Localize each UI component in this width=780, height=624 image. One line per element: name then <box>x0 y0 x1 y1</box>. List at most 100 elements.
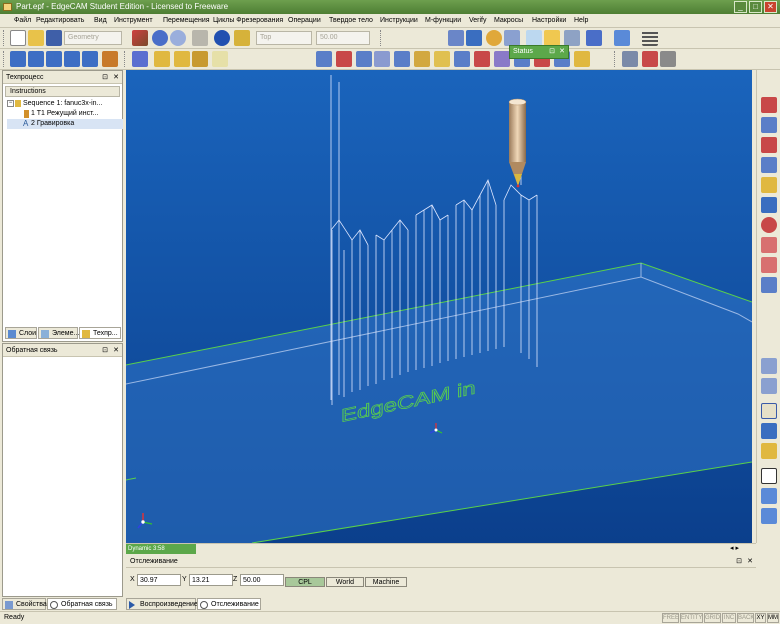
menu-tool[interactable]: Инструмент <box>114 15 153 27</box>
pan-icon[interactable] <box>504 30 520 46</box>
menu-edit[interactable]: Редактировать <box>36 15 84 27</box>
probe-icon[interactable] <box>761 443 777 459</box>
simulate-icon[interactable] <box>212 51 228 67</box>
snap-icon[interactable] <box>448 30 464 46</box>
collapse-icon[interactable]: − <box>7 100 14 107</box>
rapid-icon[interactable] <box>28 51 44 67</box>
pocket-icon[interactable] <box>374 51 390 67</box>
brush-icon[interactable] <box>132 30 148 46</box>
menu-m-functions[interactable]: М-функции <box>425 15 461 27</box>
xyz-icon[interactable] <box>761 358 777 374</box>
close-button[interactable]: ✕ <box>764 1 777 13</box>
close-icon[interactable]: ✕ <box>559 46 565 58</box>
cpl-button[interactable]: CPL <box>285 577 325 587</box>
axis-icon[interactable] <box>586 30 602 46</box>
info-icon[interactable] <box>214 30 230 46</box>
save-icon[interactable] <box>46 30 62 46</box>
minimize-button[interactable]: _ <box>734 1 747 13</box>
solid-cut-icon[interactable] <box>761 157 777 173</box>
graphics-viewport[interactable]: EdgeCAM in <box>126 70 752 543</box>
feed-icon[interactable] <box>46 51 62 67</box>
menu-verify[interactable]: Verify <box>469 15 487 27</box>
geometry-field[interactable]: Geometry <box>64 31 122 45</box>
axis-view-icon[interactable] <box>761 423 777 439</box>
rotate-icon[interactable] <box>486 30 502 46</box>
profile-icon[interactable] <box>174 51 190 67</box>
open-folder-icon[interactable] <box>28 30 44 46</box>
close-icon[interactable]: ✕ <box>113 71 119 84</box>
close-icon[interactable]: ✕ <box>747 556 753 568</box>
grid-icon[interactable] <box>642 30 658 46</box>
solid-layers-icon[interactable] <box>761 117 777 133</box>
pin-icon[interactable]: ⊡ <box>102 344 108 357</box>
menu-solid[interactable]: Твердое тело <box>329 15 373 27</box>
slice-icon[interactable] <box>761 237 777 253</box>
shell-icon[interactable] <box>761 277 777 293</box>
indicator-inc[interactable]: INC <box>722 613 736 623</box>
menu-moves[interactable]: Перемещения <box>163 15 210 27</box>
flat-view-icon[interactable] <box>761 488 777 504</box>
tab-elements[interactable]: Элеме... <box>38 327 79 339</box>
tab-feedback[interactable]: Обратная связь <box>47 598 117 610</box>
hole-icon[interactable] <box>414 51 430 67</box>
new-file-icon[interactable] <box>10 30 26 46</box>
status-popup[interactable]: Status ⊡ ✕ <box>509 45 569 59</box>
indicator-mm[interactable]: MM <box>767 613 779 623</box>
cylinder-icon[interactable] <box>761 217 777 233</box>
wizard-icon[interactable] <box>642 51 658 67</box>
view-select-icon[interactable] <box>614 30 630 46</box>
indicator-back[interactable]: BACK <box>737 613 754 623</box>
drill-icon[interactable] <box>192 51 208 67</box>
pin-icon[interactable]: ⊡ <box>549 46 555 58</box>
iso-view-icon[interactable] <box>564 30 580 46</box>
measure-icon[interactable] <box>234 30 250 46</box>
viewport-canvas[interactable]: EdgeCAM in <box>126 70 752 543</box>
machine-button[interactable]: Machine <box>365 577 407 587</box>
tool-icon[interactable] <box>102 51 118 67</box>
shade-icon[interactable] <box>544 30 560 46</box>
menu-help[interactable]: Help <box>574 15 588 27</box>
tree-item-tool[interactable]: 1 T1 Режущий инст... <box>7 109 123 119</box>
menu-operations[interactable]: Операции <box>288 15 321 27</box>
menu-view[interactable]: Вид <box>94 15 107 27</box>
indicator-free[interactable]: FREE <box>662 613 679 623</box>
tab-layers[interactable]: Слои <box>5 327 37 339</box>
slot-icon[interactable] <box>394 51 410 67</box>
box-view-icon[interactable] <box>526 30 542 46</box>
tools-icon[interactable] <box>660 51 676 67</box>
angle-icon[interactable] <box>622 51 638 67</box>
arc-move-icon[interactable] <box>64 51 80 67</box>
view-field[interactable]: Top <box>256 31 312 45</box>
xyz-cpl-icon[interactable] <box>761 378 777 394</box>
add-icon[interactable] <box>761 468 777 484</box>
tree-item-sequence[interactable]: − Sequence 1: fanuc3x-in... <box>7 99 123 109</box>
depth-field[interactable]: 50.00 <box>316 31 370 45</box>
tab-playback[interactable]: Воспроизведение <box>126 598 198 610</box>
undo-icon[interactable] <box>152 30 168 46</box>
solid-stack-icon[interactable] <box>761 137 777 153</box>
solid-box-icon[interactable] <box>761 97 777 113</box>
profiling-icon[interactable] <box>356 51 372 67</box>
cycle-icon[interactable] <box>154 51 170 67</box>
flat-icon[interactable] <box>454 51 470 67</box>
pin-icon[interactable]: ⊡ <box>736 556 742 568</box>
edit-icon[interactable] <box>132 51 148 67</box>
menu-settings[interactable]: Настройки <box>532 15 566 27</box>
pencil-icon[interactable] <box>574 51 590 67</box>
delete-icon[interactable] <box>192 30 208 46</box>
pin-icon[interactable]: ⊡ <box>102 71 108 84</box>
tab-properties[interactable]: Свойства <box>2 598 47 610</box>
close-icon[interactable]: ✕ <box>113 344 119 357</box>
zoom-icon[interactable] <box>466 30 482 46</box>
tab-process[interactable]: Техпр... <box>79 327 121 339</box>
scroll-arrows-icon[interactable]: ◂ ▸ <box>730 545 739 553</box>
menu-milling-cycles[interactable]: Циклы Фрезерования <box>213 15 283 27</box>
updown-arrows-icon[interactable] <box>761 197 777 213</box>
menu-macros[interactable]: Макросы <box>494 15 523 27</box>
menu-instructions[interactable]: Инструкции <box>380 15 418 27</box>
roughing-icon[interactable] <box>316 51 332 67</box>
chamfer-icon[interactable] <box>434 51 450 67</box>
tree-item-engraving[interactable]: A 2 Гравировка <box>7 119 123 129</box>
indicator-xy[interactable]: XY <box>755 613 766 623</box>
menu-file[interactable]: Файл <box>14 15 31 27</box>
